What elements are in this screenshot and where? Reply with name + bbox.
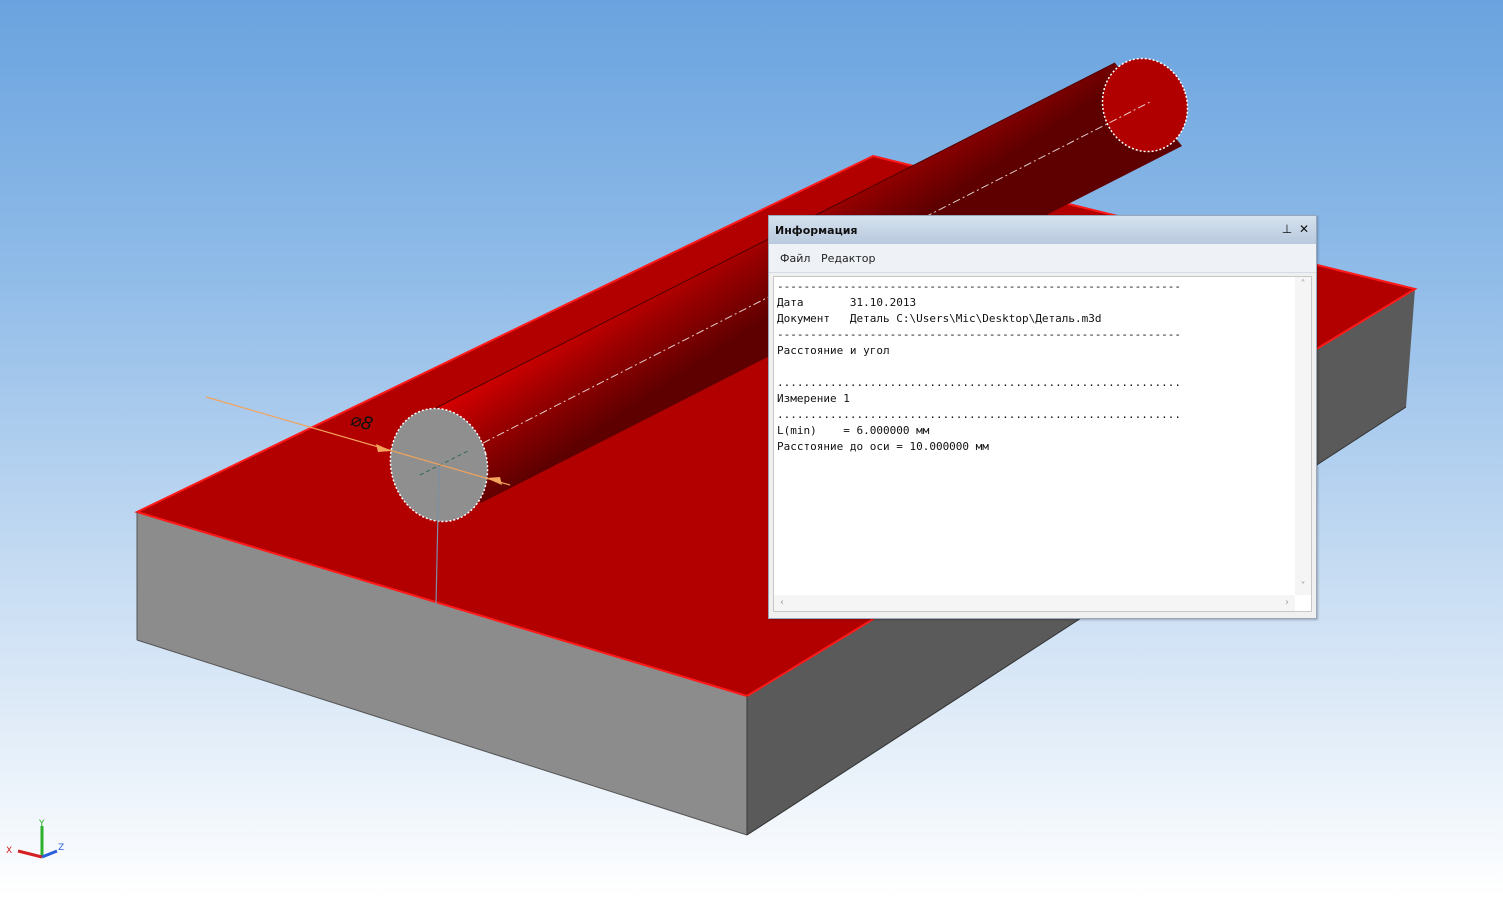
scroll-up-icon[interactable]: ˄ — [1295, 277, 1311, 293]
horizontal-scrollbar[interactable]: ‹ › — [774, 595, 1295, 611]
info-text-line: Расстояние до оси = 10.000000 мм — [777, 440, 989, 453]
menu-editor[interactable]: Редактор — [821, 252, 876, 265]
info-text-area[interactable]: ----------------------------------------… — [773, 276, 1312, 612]
scroll-left-icon[interactable]: ‹ — [774, 595, 790, 611]
info-text-line — [777, 359, 1181, 375]
info-title: Информация — [775, 224, 858, 237]
x-axis-label: X — [6, 846, 12, 856]
info-text-line: L(min) = 6.000000 мм — [777, 424, 930, 437]
info-menubar: Файл Редактор — [769, 244, 1316, 273]
menu-file[interactable]: Файл — [780, 252, 810, 265]
x-axis-line — [17, 849, 43, 859]
3d-viewport[interactable]: ⌀8 Y X Z Информация ⊥ ✕ Файл Редактор --… — [0, 0, 1503, 897]
scroll-down-icon[interactable]: ˅ — [1295, 579, 1311, 595]
z-axis-line — [41, 849, 58, 859]
info-text-line: Расстояние и угол — [777, 344, 890, 357]
info-text-line: Документ Деталь C:\Users\Mic\Desktop\Дет… — [777, 312, 1102, 325]
scroll-right-icon[interactable]: › — [1279, 595, 1295, 611]
info-text: ----------------------------------------… — [777, 279, 1181, 455]
info-panel[interactable]: Информация ⊥ ✕ Файл Редактор -----------… — [768, 215, 1317, 619]
pin-icon[interactable]: ⊥ — [1280, 222, 1294, 236]
info-text-line: ........................................… — [777, 408, 1181, 421]
info-text-line: ----------------------------------------… — [777, 328, 1181, 341]
vertical-scrollbar[interactable]: ˄ ˅ — [1295, 277, 1311, 595]
info-text-line: ----------------------------------------… — [777, 280, 1181, 293]
info-text-line: ........................................… — [777, 376, 1181, 389]
close-icon[interactable]: ✕ — [1297, 222, 1311, 236]
axis-triad: Y X Z — [6, 819, 64, 859]
y-axis-label: Y — [38, 819, 45, 829]
z-axis-label: Z — [58, 843, 64, 853]
info-titlebar[interactable]: Информация ⊥ ✕ — [769, 216, 1316, 245]
info-text-line: Измерение 1 — [777, 392, 850, 405]
info-text-line: Дата 31.10.2013 — [777, 296, 917, 309]
